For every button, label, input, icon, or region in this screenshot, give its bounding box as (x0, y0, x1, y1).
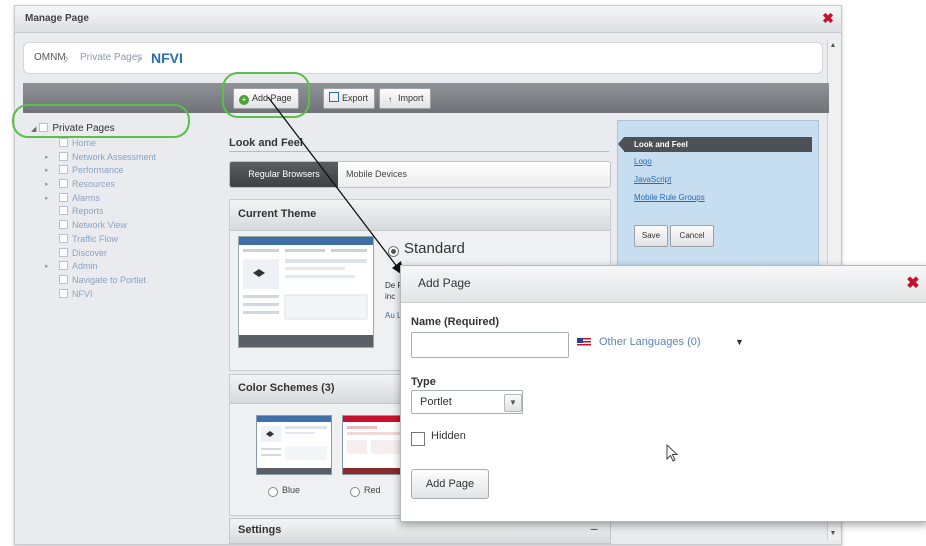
flag-canton (577, 338, 583, 343)
add-page-titlebar: Add Page ✖ (401, 266, 926, 303)
page-name-input[interactable] (411, 332, 569, 358)
type-label: Type (411, 376, 436, 388)
name-label: Name (Required) (411, 316, 500, 328)
flag-icon (577, 338, 591, 347)
hidden-checkbox[interactable] (411, 432, 425, 446)
chevron-down-icon[interactable]: ▼ (735, 337, 744, 347)
add-page-dialog: Add Page ✖ Name (Required) Other Languag… (400, 265, 926, 522)
chevron-down-icon[interactable]: ▼ (504, 394, 522, 412)
close-icon[interactable]: ✖ (905, 276, 921, 292)
add-page-title: Add Page (418, 276, 471, 290)
add-page-submit-button[interactable]: Add Page (411, 469, 489, 499)
page-type-value: Portlet (420, 396, 452, 408)
annotation-arrow-line (267, 96, 399, 269)
page-type-select[interactable]: Portlet ▼ (411, 390, 523, 414)
hidden-label: Hidden (431, 430, 466, 442)
mouse-cursor-icon (666, 444, 679, 462)
other-languages-link[interactable]: Other Languages (0) (599, 336, 701, 348)
